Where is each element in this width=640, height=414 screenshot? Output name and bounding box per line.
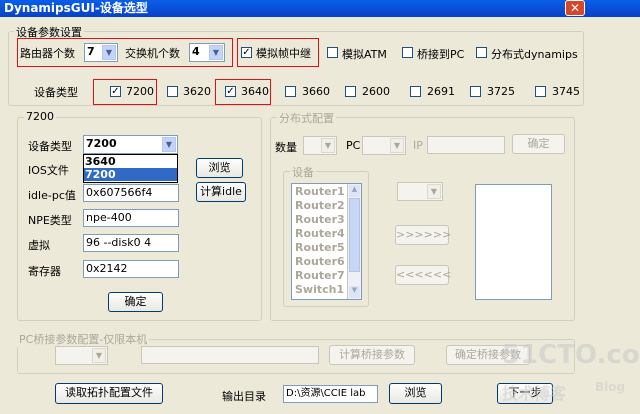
scroll-up-icon[interactable]: ▲ (349, 185, 360, 197)
chevron-down-icon: ▼ (102, 45, 116, 60)
type-7200-checkbox[interactable]: ✓ (110, 86, 121, 97)
distributed-pc-label: PC (346, 139, 361, 152)
type-3745-checkbox[interactable] (535, 86, 546, 97)
output-dir-input[interactable]: D:\资源\CCIE lab (283, 385, 378, 403)
add-device-button[interactable]: >>>>>> (395, 225, 451, 245)
distributed-pc-select[interactable]: ▼ (362, 136, 406, 155)
type-3620-label: 3620 (183, 85, 211, 98)
device-list-item[interactable]: Router2 (295, 199, 345, 213)
chevron-down-icon: ▼ (390, 138, 404, 153)
device-list-item[interactable]: Router7 (295, 269, 345, 283)
type-2691-label: 2691 (427, 85, 455, 98)
router-count-label: 路由器个数 (20, 47, 75, 60)
distributed-checkbox[interactable] (476, 47, 487, 58)
chevron-down-icon: ▼ (427, 184, 441, 199)
device-list-items: Router1 Router2 Router3 Router4 Router5 Route… (295, 185, 345, 297)
distributed-confirm-button[interactable]: 确定 (512, 134, 565, 154)
bridge-pc-checkbox[interactable] (402, 47, 413, 58)
device-list-item[interactable]: Switch1 (295, 283, 345, 297)
bridge-title: PC桥接参数配置-仅限本机 (17, 331, 150, 347)
model-ok-button[interactable]: 确定 (108, 292, 163, 312)
chevron-down-icon: ▼ (92, 348, 106, 363)
type-3660-label: 3660 (302, 85, 330, 98)
distributed-count-select[interactable]: ▼ (303, 136, 337, 155)
model-device-type-value: 7200 (86, 137, 117, 150)
device-type-dropdown[interactable]: 3640 7200 (83, 154, 178, 183)
npe-type-label: NPE类型 (28, 214, 72, 227)
watermark-blog: Blog (595, 380, 626, 394)
close-button[interactable]: ✕ (565, 0, 585, 16)
distributed-target-select[interactable]: ▼ (397, 182, 443, 201)
type-3620-checkbox[interactable] (167, 86, 178, 97)
watermark-sub: 技术博客 (502, 384, 567, 403)
router-count-value: 7 (87, 45, 95, 58)
idle-pc-input[interactable]: 0x607566f4 (83, 184, 179, 202)
register-label: 寄存器 (28, 265, 61, 278)
type-7200-label: 7200 (126, 85, 154, 98)
ios-file-label: IOS文件 (28, 164, 69, 177)
type-3725-label: 3725 (487, 85, 515, 98)
scroll-thumb[interactable] (349, 198, 360, 272)
bridge-pc-label: 桥接到PC (417, 48, 465, 61)
frame-relay-label: 模拟帧中继 (256, 47, 311, 60)
atm-label: 模拟ATM (342, 48, 387, 61)
device-list-item[interactable]: Router6 (295, 255, 345, 269)
bridge-interface-select[interactable]: ▼ (55, 346, 108, 365)
frame-relay-checkbox[interactable]: ✓ (241, 47, 252, 58)
type-2691-checkbox[interactable] (410, 86, 421, 97)
type-2600-label: 2600 (362, 85, 390, 98)
dropdown-option-7200[interactable]: 7200 (84, 168, 177, 181)
device-list-item[interactable]: Router4 (295, 227, 345, 241)
virtual-input[interactable]: 96 --disk0 4 (83, 234, 179, 252)
distributed-count-label: 数量 (275, 141, 297, 154)
model-panel-title: 7200 (24, 110, 56, 123)
distributed-ip-input[interactable] (427, 136, 505, 154)
dropdown-option-3640[interactable]: 3640 (84, 155, 177, 168)
register-input[interactable]: 0x2142 (83, 260, 179, 278)
router-count-select[interactable]: 7 ▼ (84, 43, 118, 62)
chevron-down-icon: ▼ (209, 45, 223, 60)
assigned-device-list[interactable] (475, 184, 552, 300)
npe-type-input[interactable]: npe-400 (83, 209, 179, 227)
scroll-down-icon[interactable]: ▼ (349, 286, 360, 298)
remove-device-button[interactable]: <<<<<< (395, 265, 451, 285)
distributed-label: 分布式dynamips (491, 48, 578, 61)
ios-browse-button[interactable]: 浏览 (196, 158, 243, 178)
chevron-down-icon: ▼ (321, 138, 335, 153)
devices-title: 设备 (290, 164, 316, 180)
type-3725-checkbox[interactable] (470, 86, 481, 97)
switch-count-value: 4 (192, 45, 200, 58)
type-3660-checkbox[interactable] (285, 86, 296, 97)
output-dir-label: 输出目录 (222, 390, 266, 403)
bridge-params-input[interactable] (141, 346, 319, 364)
switch-count-label: 交换机个数 (125, 47, 180, 60)
distributed-ip-label: IP (413, 139, 423, 152)
type-2600-checkbox[interactable] (345, 86, 356, 97)
watermark-site: 51CTO.com (502, 340, 640, 370)
model-device-type-label: 设备类型 (28, 140, 72, 153)
type-3640-checkbox[interactable]: ✓ (225, 86, 236, 97)
title-bar: DynamipsGUI-设备选型 ✕ (0, 0, 640, 17)
virtual-label: 虚拟 (28, 239, 50, 252)
device-list-item[interactable]: Router1 (295, 185, 345, 199)
calc-idle-button[interactable]: 计算idle (196, 182, 246, 202)
device-list-item[interactable]: Router5 (295, 241, 345, 255)
switch-count-select[interactable]: 4 ▼ (189, 43, 225, 62)
device-list-scrollbar[interactable]: ▲ ▼ (347, 184, 361, 299)
idle-pc-label: idle-pc值 (28, 189, 76, 202)
window-title: DynamipsGUI-设备选型 (4, 1, 148, 15)
output-browse-button[interactable]: 浏览 (389, 383, 442, 404)
device-list-item[interactable]: Router3 (295, 213, 345, 227)
type-3745-label: 3745 (552, 85, 580, 98)
type-3640-label: 3640 (241, 85, 269, 98)
chevron-down-icon: ▼ (162, 137, 176, 152)
model-device-type-select[interactable]: 7200 ▼ (83, 135, 178, 154)
distributed-title: 分布式配置 (277, 110, 336, 126)
device-type-label: 设备类型 (34, 86, 78, 99)
read-topology-button[interactable]: 读取拓扑配置文件 (55, 383, 163, 404)
calc-bridge-button[interactable]: 计算桥接参数 (329, 345, 415, 365)
atm-checkbox[interactable] (327, 47, 338, 58)
device-list[interactable]: Router1 Router2 Router3 Router4 Router5 Route… (291, 183, 362, 300)
